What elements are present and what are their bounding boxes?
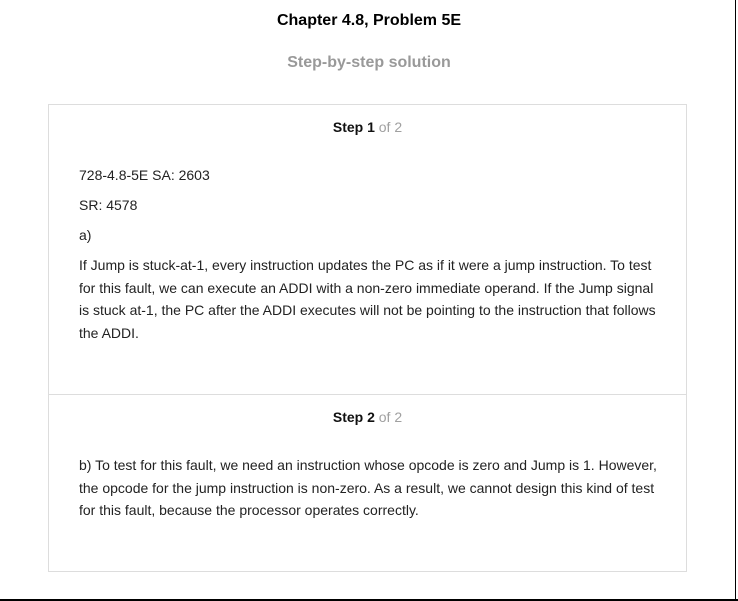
step-1-part-a-label: a) bbox=[79, 227, 92, 243]
step-1-section: Step 1 of 2 728-4.8-5E SA: 2603 SR: 4578… bbox=[49, 105, 686, 395]
step-1-sr-line: SR: 4578 bbox=[79, 197, 138, 213]
step-1-header: Step 1 of 2 bbox=[49, 119, 686, 135]
step-1-label: Step 1 bbox=[332, 119, 375, 135]
solution-steps-card: Step 1 of 2 728-4.8-5E SA: 2603 SR: 4578… bbox=[48, 104, 687, 572]
page-border-right bbox=[735, 0, 736, 600]
step-1-body: 728-4.8-5E SA: 2603 SR: 4578 a) If Jump … bbox=[79, 164, 664, 344]
step-2-paragraph: b) To test for this fault, we need an in… bbox=[79, 457, 657, 518]
step-1-count: of 2 bbox=[374, 119, 403, 135]
solution-subtitle: Step-by-step solution bbox=[287, 54, 451, 71]
step-2-body: b) To test for this fault, we need an in… bbox=[79, 454, 664, 522]
step-2-section: Step 2 of 2 b) To test for this fault, w… bbox=[49, 395, 686, 571]
step-2-header: Step 2 of 2 bbox=[49, 409, 686, 425]
step-2-label: Step 2 bbox=[332, 409, 375, 425]
chapter-title: Chapter 4.8, Problem 5E bbox=[276, 12, 462, 29]
step-2-count: of 2 bbox=[374, 409, 403, 425]
step-1-reference-line: 728-4.8-5E SA: 2603 bbox=[79, 167, 210, 183]
step-1-paragraph: If Jump is stuck-at-1, every instruction… bbox=[79, 257, 656, 341]
